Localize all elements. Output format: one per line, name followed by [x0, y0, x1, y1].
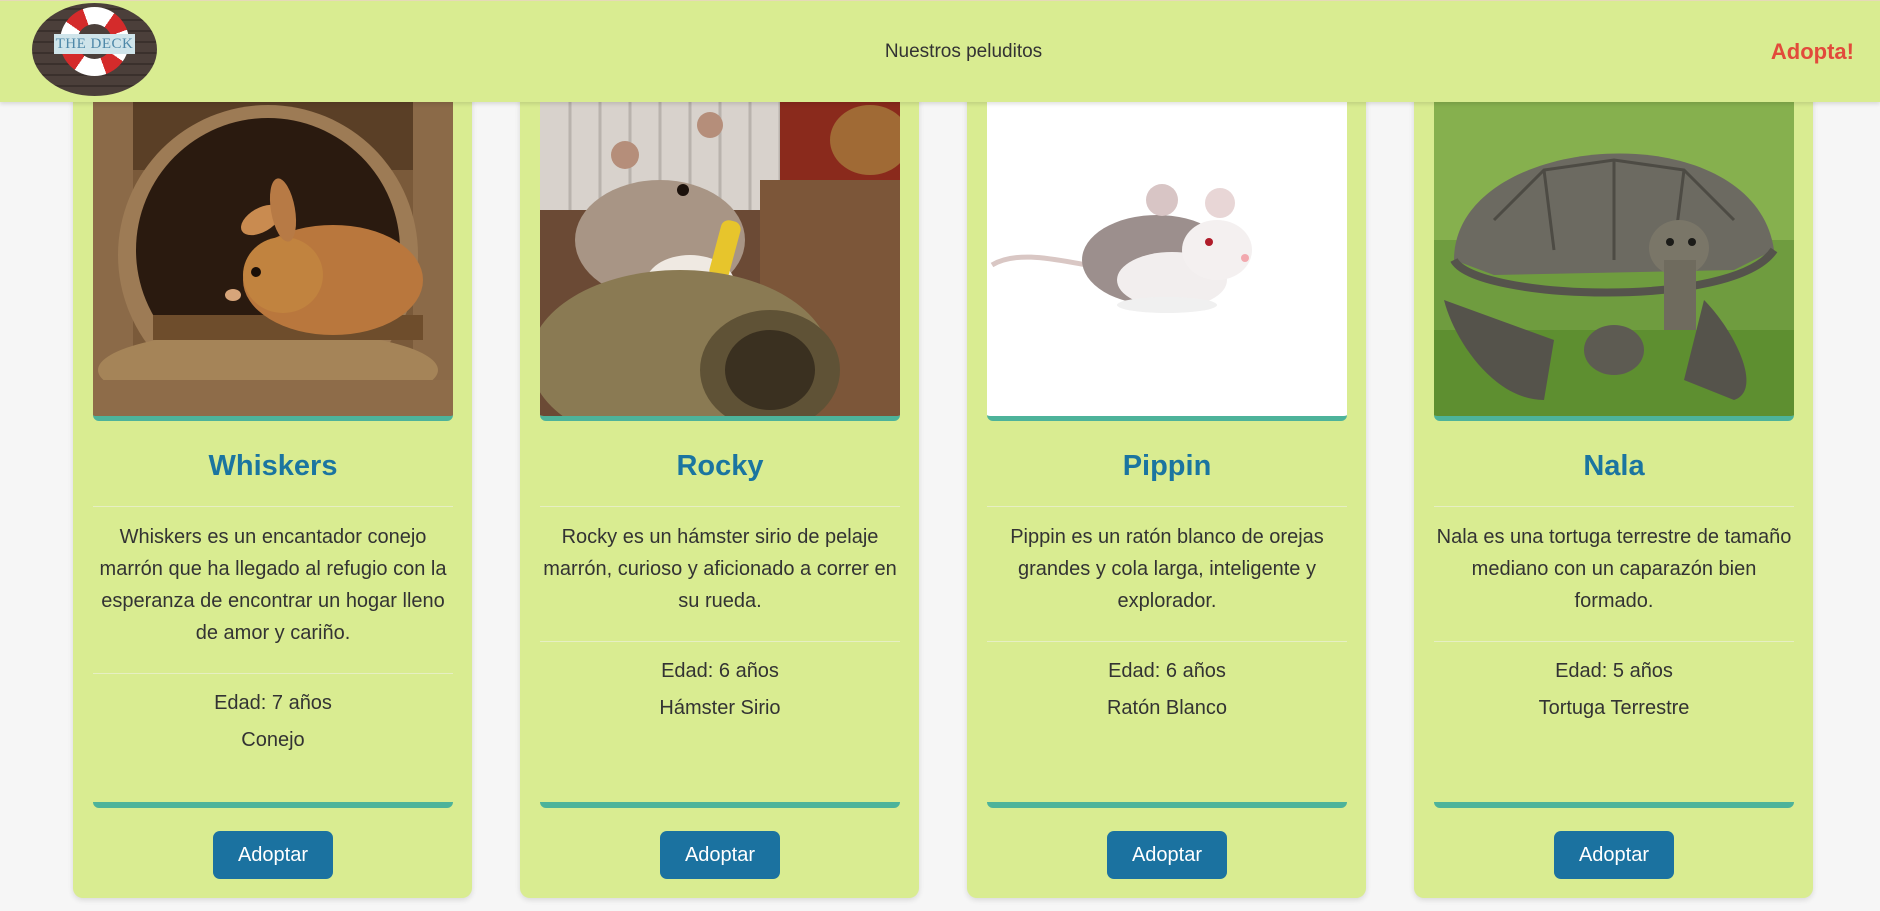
pet-cards-grid: Whiskers Whiskers es un encantador conej… — [0, 0, 1880, 911]
pet-age: Edad: 6 años — [661, 660, 779, 682]
pet-name: Rocky — [676, 450, 764, 482]
pet-description: Pippin es un ratón blanco de orejas gran… — [1010, 526, 1324, 612]
hamster-eating-photo — [540, 100, 900, 416]
adopt-nav-link[interactable]: Adopta! — [1771, 39, 1854, 65]
adopt-button[interactable]: Adoptar — [213, 831, 333, 879]
pet-photo-tortoise — [1434, 100, 1794, 421]
pet-name: Whiskers — [208, 450, 338, 482]
pet-card: Pippin Pippin es un ratón blanco de orej… — [967, 60, 1366, 898]
adopt-button[interactable]: Adoptar — [1107, 831, 1227, 879]
card-accent-bar — [540, 802, 900, 808]
rabbit-in-log-photo — [93, 100, 453, 416]
adopt-button[interactable]: Adoptar — [1554, 831, 1674, 879]
nav-title-link[interactable]: Nuestros peluditos — [0, 41, 1880, 63]
pet-species: Hámster Sirio — [659, 697, 781, 719]
pet-species: Ratón Blanco — [1106, 697, 1228, 719]
pet-card: Whiskers Whiskers es un encantador conej… — [73, 60, 472, 898]
divider — [540, 506, 900, 507]
pet-species: Tortuga Terrestre — [1538, 697, 1690, 719]
divider — [93, 506, 453, 507]
pet-photo-mouse — [987, 100, 1347, 421]
card-accent-bar — [987, 802, 1347, 808]
tortoise-on-grass-photo — [1434, 100, 1794, 416]
divider — [540, 641, 900, 642]
pet-description: Whiskers es un encantador conejo marrón … — [99, 526, 447, 644]
pet-card: Nala Nala es una tortuga terrestre de ta… — [1414, 60, 1813, 898]
card-accent-bar — [93, 802, 453, 808]
white-mouse-photo — [987, 100, 1347, 416]
divider — [1434, 506, 1794, 507]
pet-age: Edad: 7 años — [214, 692, 332, 714]
divider — [987, 506, 1347, 507]
pet-name: Nala — [1583, 450, 1645, 482]
divider — [1434, 641, 1794, 642]
pet-card: Rocky Rocky es un hámster sirio de pelaj… — [520, 60, 919, 898]
top-navbar: THE DECK Nuestros peluditos Adopta! — [0, 0, 1880, 102]
pet-photo-rabbit — [93, 100, 453, 421]
pet-age: Edad: 6 años — [1108, 660, 1226, 682]
divider — [987, 641, 1347, 642]
pet-description: Nala es una tortuga terrestre de tamaño … — [1436, 526, 1792, 612]
divider — [93, 673, 453, 674]
pet-age: Edad: 5 años — [1555, 660, 1673, 682]
pet-name: Pippin — [1122, 450, 1212, 482]
pet-description: Rocky es un hámster sirio de pelaje marr… — [543, 526, 897, 612]
pet-species: Conejo — [241, 729, 305, 751]
adopt-button[interactable]: Adoptar — [660, 831, 780, 879]
pet-photo-hamster — [540, 100, 900, 421]
card-accent-bar — [1434, 802, 1794, 808]
